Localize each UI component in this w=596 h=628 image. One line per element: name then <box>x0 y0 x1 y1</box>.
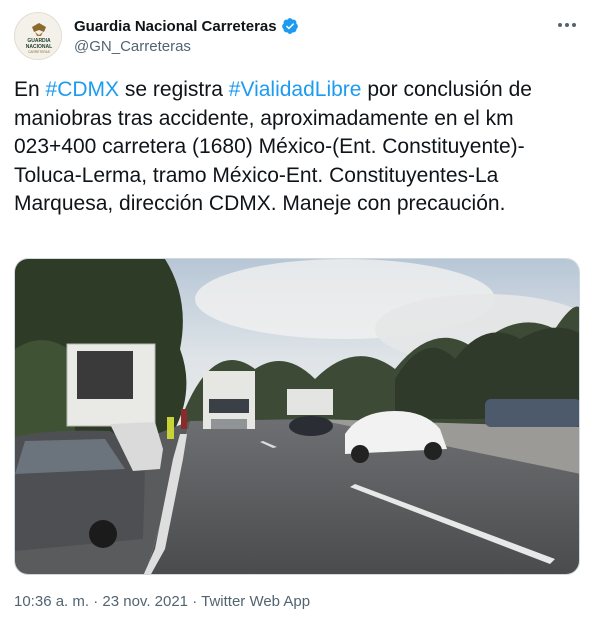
handle[interactable]: @GN_Carreteras <box>74 38 299 55</box>
tweet-text-part: En <box>14 78 46 101</box>
hashtag-vialidadlibre[interactable]: #VialidadLibre <box>229 78 362 101</box>
avatar[interactable]: GUARDIA NACIONAL CARRETERAS <box>14 12 62 60</box>
avatar-text-line-3: CARRETERAS <box>28 50 50 54</box>
verified-badge-icon <box>281 18 298 34</box>
guardia-nacional-logo: GUARDIA NACIONAL CARRETERAS <box>16 14 61 59</box>
hashtag-cdmx[interactable]: #CDMX <box>46 78 120 101</box>
tweet-text-part: se registra <box>119 78 229 101</box>
tweet-timestamp-time[interactable]: 10:36 a. m. <box>14 593 89 610</box>
meta-separator: · <box>93 593 99 610</box>
tweet-meta: 10:36 a. m. · 23 nov. 2021 · Twitter Web… <box>14 593 310 610</box>
tweet-header: GUARDIA NACIONAL CARRETERAS Guardia Naci… <box>14 12 582 62</box>
tweet-card: GUARDIA NACIONAL CARRETERAS Guardia Naci… <box>0 0 596 628</box>
highway-photo <box>15 259 579 574</box>
display-name[interactable]: Guardia Nacional Carreteras <box>74 18 277 35</box>
tweet-source[interactable]: Twitter Web App <box>201 593 310 610</box>
tweet-text: En #CDMX se registra #VialidadLibre por … <box>14 76 580 219</box>
author-names: Guardia Nacional Carreteras @GN_Carreter… <box>74 16 299 55</box>
tweet-timestamp-date[interactable]: 23 nov. 2021 <box>102 593 188 610</box>
more-options-icon[interactable] <box>554 14 580 36</box>
meta-separator: · <box>192 593 198 610</box>
tweet-photo[interactable] <box>14 258 580 575</box>
